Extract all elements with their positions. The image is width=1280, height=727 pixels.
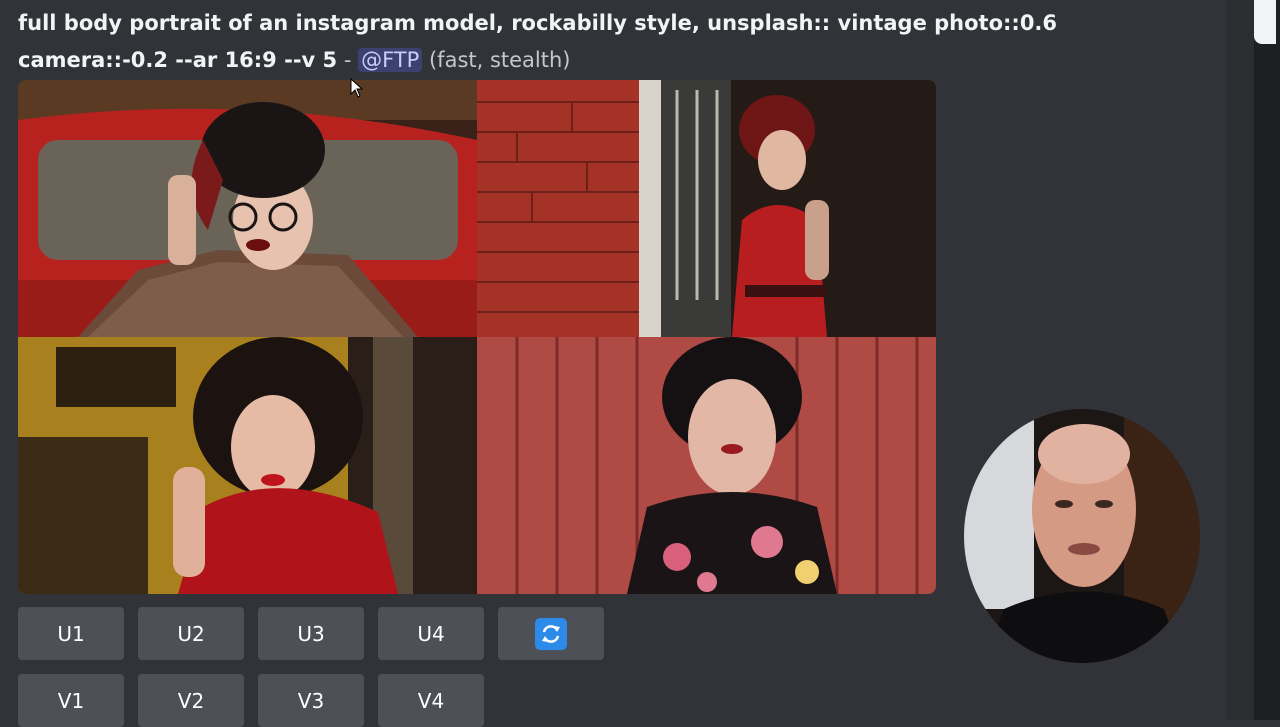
upscale-button-3[interactable]: U3	[258, 607, 364, 660]
side-panel	[1254, 0, 1280, 720]
upscale-button-4[interactable]: U4	[378, 607, 484, 660]
panel-corner	[1254, 0, 1276, 44]
variation-button-3[interactable]: V3	[258, 674, 364, 727]
variation-button-2[interactable]: V2	[138, 674, 244, 727]
variation-button-1[interactable]: V1	[18, 674, 124, 727]
grid-image-1[interactable]	[18, 80, 477, 337]
grid-image-2[interactable]	[477, 80, 936, 337]
variation-button-4[interactable]: V4	[378, 674, 484, 727]
prompt-text-line2: camera::-0.2 --ar 16:9 --v 5	[18, 48, 338, 72]
image-grid[interactable]	[18, 80, 936, 594]
generation-mode: (fast, stealth)	[428, 48, 571, 72]
mouse-cursor-icon	[350, 77, 364, 102]
separator: -	[337, 48, 359, 72]
prompt-message: full body portrait of an instagram model…	[18, 5, 1168, 79]
webcam-overlay	[964, 409, 1200, 663]
refresh-icon	[535, 617, 567, 650]
grid-image-4[interactable]	[477, 337, 936, 594]
upscale-button-1[interactable]: U1	[18, 607, 124, 660]
user-mention[interactable]: @FTP	[358, 48, 423, 72]
upscale-button-2[interactable]: U2	[138, 607, 244, 660]
scrollbar-track[interactable]	[1226, 0, 1254, 720]
reroll-button[interactable]	[498, 607, 604, 660]
prompt-text-line1: full body portrait of an instagram model…	[18, 11, 1058, 35]
grid-image-3[interactable]	[18, 337, 477, 594]
